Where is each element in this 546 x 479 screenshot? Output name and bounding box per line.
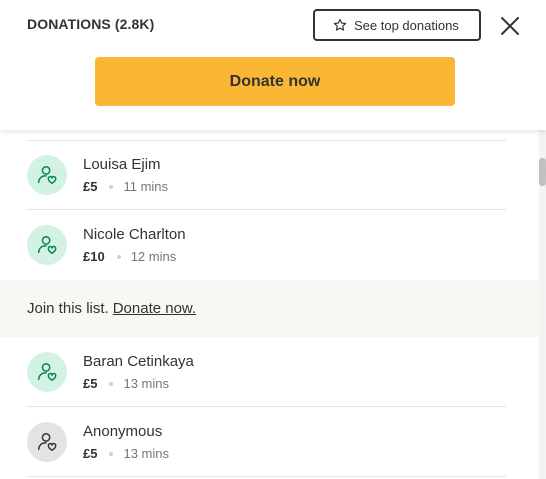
donation-meta: £5 13 mins — [83, 376, 169, 391]
donation-amount: £5 — [83, 446, 98, 461]
close-icon — [501, 17, 519, 35]
donation-meta: £5 11 mins — [83, 179, 168, 194]
heart-user-icon — [38, 236, 57, 254]
join-list-banner: Join this list. Donate now. — [0, 280, 546, 337]
see-top-donations-button[interactable]: See top donations — [313, 9, 481, 41]
page-title: DONATIONS (2.8K) — [27, 16, 155, 32]
donor-avatar — [27, 225, 67, 265]
separator-dot — [109, 451, 114, 456]
donation-row: Nicole Charlton £10 12 mins — [0, 210, 506, 280]
scrollbar[interactable] — [539, 130, 546, 479]
donation-amount: £5 — [83, 179, 98, 194]
donor-name: Baran Cetinkaya — [83, 353, 194, 370]
heart-user-icon — [38, 433, 57, 451]
donations-list[interactable]: Louisa Ejim £5 11 mins Nicole Charlton £… — [0, 130, 546, 479]
separator-dot — [116, 254, 121, 259]
donate-now-button[interactable]: Donate now — [95, 57, 455, 106]
separator-dot — [109, 381, 114, 386]
close-button[interactable] — [499, 15, 521, 37]
donate-now-label: Donate now — [229, 72, 321, 90]
donations-header: DONATIONS (2.8K) See top donations Donat… — [0, 0, 546, 130]
see-top-donations-label: See top donations — [354, 17, 459, 33]
donation-amount: £10 — [83, 249, 105, 264]
donation-time: 12 mins — [130, 249, 177, 264]
donation-meta: £5 13 mins — [83, 446, 169, 461]
donation-time: 13 mins — [123, 376, 169, 391]
donate-now-link[interactable]: Donate now. — [113, 300, 196, 317]
row-divider — [27, 476, 506, 477]
donation-row: Anonymous £5 13 mins — [0, 407, 506, 477]
donation-meta: £10 12 mins — [83, 249, 176, 264]
anonymous-avatar — [27, 422, 67, 462]
scrollbar-thumb[interactable] — [539, 158, 546, 186]
donation-time: 13 mins — [123, 446, 169, 461]
donation-row: Louisa Ejim £5 11 mins — [0, 140, 506, 210]
heart-user-icon — [38, 166, 57, 184]
donation-amount: £5 — [83, 376, 98, 391]
donor-name: Nicole Charlton — [83, 226, 186, 243]
star-icon — [333, 18, 347, 31]
donor-name: Louisa Ejim — [83, 156, 161, 173]
donation-row: Baran Cetinkaya £5 13 mins — [0, 337, 506, 407]
donor-avatar — [27, 155, 67, 195]
separator-dot — [109, 184, 114, 189]
heart-user-icon — [38, 363, 57, 381]
join-list-text: Join this list. — [27, 300, 109, 317]
donor-avatar — [27, 352, 67, 392]
donor-name: Anonymous — [83, 423, 163, 440]
donation-time: 11 mins — [123, 179, 169, 194]
